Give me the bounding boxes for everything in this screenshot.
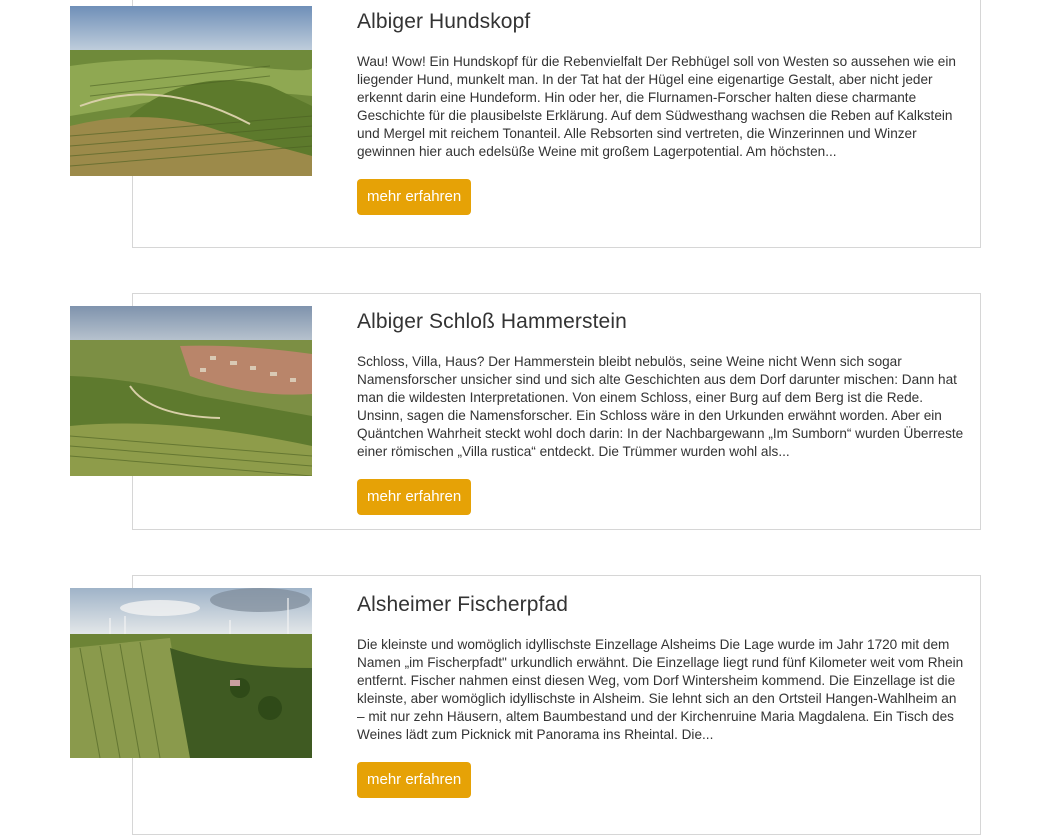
- vineyard-title[interactable]: Albiger Hundskopf: [357, 8, 967, 36]
- vineyard-title[interactable]: Alsheimer Fischerpfad: [357, 591, 967, 619]
- vineyard-image[interactable]: [70, 588, 312, 758]
- more-info-button[interactable]: mehr erfahren: [357, 762, 472, 798]
- vineyard-image[interactable]: [70, 6, 312, 176]
- more-info-button[interactable]: mehr erfahren: [357, 179, 472, 215]
- more-info-button[interactable]: mehr erfahren: [357, 479, 472, 515]
- vineyard-title[interactable]: Albiger Schloß Hammerstein: [357, 308, 967, 336]
- vineyard-description: Wau! Wow! Ein Hundskopf für die Rebenvie…: [357, 54, 956, 159]
- vineyard-description: Schloss, Villa, Haus? Der Hammerstein bl…: [357, 354, 964, 459]
- vineyard-description: Die kleinste und womöglich idyllischste …: [357, 637, 964, 742]
- vineyard-image[interactable]: [70, 306, 312, 476]
